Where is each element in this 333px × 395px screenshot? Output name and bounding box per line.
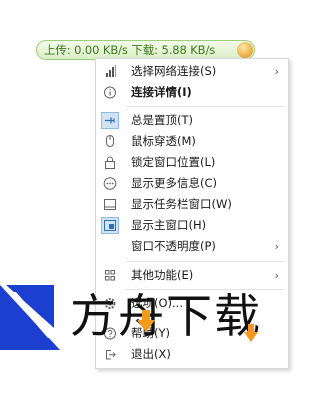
menu-item-label: 连接详情(I) bbox=[131, 85, 192, 99]
menu-item-other-functions[interactable]: 其他功能(E) › bbox=[97, 265, 287, 286]
menu-item-label: 显示主窗口(H) bbox=[131, 218, 207, 232]
watermark-logo-icon bbox=[0, 285, 60, 350]
menu-item-label: 鼠标穿透(M) bbox=[131, 134, 196, 148]
menu-item-help[interactable]: 帮助(Y) bbox=[97, 323, 287, 344]
signal-bars-icon bbox=[102, 64, 118, 79]
menu-item-label: 帮助(Y) bbox=[131, 326, 170, 340]
menu-item-exit[interactable]: 退出(X) bbox=[97, 344, 287, 365]
speed-widget[interactable]: 上传: 0.00 KB/s 下载: 5.88 KB/s bbox=[36, 40, 255, 60]
menu-item-show-main-window[interactable]: 显示主窗口(H) bbox=[97, 215, 287, 236]
mouse-icon bbox=[102, 134, 118, 149]
menu-separator bbox=[126, 289, 284, 290]
menu-item-options[interactable]: 选项(O)... bbox=[97, 293, 287, 314]
info-icon bbox=[102, 85, 118, 100]
submenu-arrow-icon: › bbox=[274, 65, 279, 78]
submenu-arrow-icon: › bbox=[274, 240, 279, 253]
menu-item-label: 选择网络连接(S) bbox=[131, 64, 217, 78]
lock-icon bbox=[102, 155, 118, 170]
taskbar-icon bbox=[102, 197, 118, 212]
context-menu: 选择网络连接(S) › 连接详情(I) 总是置顶(T) 鼠标穿透(M) 锁定窗口… bbox=[95, 58, 289, 369]
menu-item-always-on-top[interactable]: 总是置顶(T) bbox=[97, 110, 287, 131]
menu-item-label: 总是置顶(T) bbox=[131, 113, 193, 127]
menu-item-connection-details[interactable]: 连接详情(I) bbox=[97, 82, 287, 103]
widget-orb-icon[interactable] bbox=[237, 42, 253, 58]
menu-item-mouse-through[interactable]: 鼠标穿透(M) bbox=[97, 131, 287, 152]
menu-item-label: 显示任务栏窗口(W) bbox=[131, 197, 232, 211]
menu-item-label: 锁定窗口位置(L) bbox=[131, 155, 216, 169]
menu-item-show-more-info[interactable]: 显示更多信息(C) bbox=[97, 173, 287, 194]
help-icon bbox=[102, 326, 118, 341]
exit-icon bbox=[102, 347, 118, 362]
menu-item-label: 显示更多信息(C) bbox=[131, 176, 218, 190]
menu-item-window-opacity[interactable]: 窗口不透明度(P) › bbox=[97, 236, 287, 257]
grid-icon bbox=[102, 268, 118, 283]
menu-separator bbox=[126, 261, 284, 262]
menu-item-label: 选项(O)... bbox=[131, 296, 183, 310]
more-icon bbox=[102, 176, 118, 191]
menu-item-lock-position[interactable]: 锁定窗口位置(L) bbox=[97, 152, 287, 173]
menu-item-show-taskbar-window[interactable]: 显示任务栏窗口(W) bbox=[97, 194, 287, 215]
speed-text: 上传: 0.00 KB/s 下载: 5.88 KB/s bbox=[44, 43, 216, 57]
main-window-icon bbox=[101, 217, 119, 234]
submenu-arrow-icon: › bbox=[274, 269, 279, 282]
menu-item-select-network[interactable]: 选择网络连接(S) › bbox=[97, 61, 287, 82]
pin-icon bbox=[101, 112, 119, 129]
menu-item-label: 其他功能(E) bbox=[131, 268, 194, 282]
screen: 上传: 0.00 KB/s 下载: 5.88 KB/s 选择网络连接(S) › … bbox=[0, 0, 333, 395]
menu-item-label: 退出(X) bbox=[131, 347, 171, 361]
gear-icon bbox=[102, 296, 118, 311]
menu-separator bbox=[126, 106, 284, 107]
menu-item-label: 窗口不透明度(P) bbox=[131, 239, 216, 253]
